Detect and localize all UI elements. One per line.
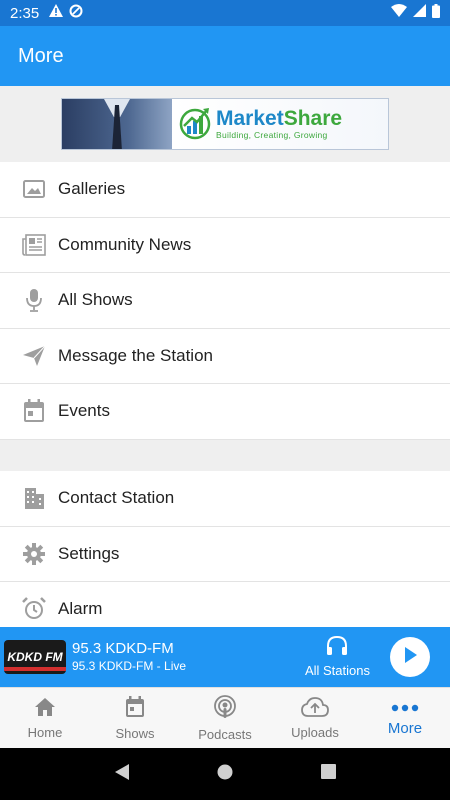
wifi-icon (391, 4, 407, 22)
play-button[interactable] (390, 637, 430, 677)
menu-item-label: Message the Station (58, 345, 213, 365)
status-bar: 2:35 (0, 0, 450, 26)
businessman-photo (62, 99, 172, 149)
tab-label: Shows (115, 725, 155, 741)
marketshare-banner-ad[interactable]: MarketShare Building, Creating, Growing (61, 98, 389, 150)
calendar-icon (22, 399, 46, 423)
image-icon (22, 177, 46, 201)
player-title: 95.3 KDKD-FM (72, 640, 174, 657)
building-icon (22, 486, 46, 510)
station-logo-text: KDKD FM (7, 650, 63, 664)
all-stations-button[interactable]: All Stations (304, 635, 370, 678)
battery-icon (432, 3, 440, 23)
menu-item-settings[interactable]: Settings (0, 527, 450, 582)
all-stations-label: All Stations (304, 663, 370, 678)
menu-item-label: Galleries (58, 179, 126, 199)
headphones-icon (326, 635, 348, 661)
home-icon (34, 697, 56, 722)
banner-brand: MarketShare (216, 107, 343, 130)
banner-tagline: Building, Creating, Growing (216, 130, 328, 140)
alarm-clock-icon (22, 597, 46, 621)
tab-label: Uploads (291, 724, 339, 740)
tab-more[interactable]: More (360, 688, 450, 748)
tab-shows[interactable]: Shows (90, 688, 180, 748)
system-nav-bar (0, 748, 450, 800)
now-playing-bar[interactable]: KDKD FM 95.3 KDKD-FM 95.3 KDKD-FM - Live… (0, 627, 450, 687)
send-icon (22, 344, 46, 368)
menu-item-label: Contact Station (58, 488, 175, 508)
microphone-icon (22, 288, 46, 313)
tab-label: Home (27, 724, 63, 740)
station-logo: KDKD FM (4, 640, 66, 674)
menu-item-label: Community News (58, 234, 192, 254)
menu-item-label: All Shows (58, 290, 133, 310)
bottom-tab-bar: Home Shows Podcasts Uploads More (0, 687, 450, 748)
menu-group-secondary: Contact Station Settings Alarm (0, 471, 450, 638)
play-icon (402, 646, 418, 669)
menu-item-message-station[interactable]: Message the Station (0, 329, 450, 384)
player-info: 95.3 KDKD-FM 95.3 KDKD-FM - Live (72, 640, 186, 674)
menu-item-contact-station[interactable]: Contact Station (0, 471, 450, 527)
recents-square-icon[interactable] (321, 764, 337, 784)
tab-home[interactable]: Home (0, 688, 90, 748)
tab-label: More (387, 720, 423, 737)
cloud-upload-icon (301, 696, 329, 722)
tab-label: Podcasts (198, 726, 252, 742)
newspaper-icon (22, 233, 46, 257)
menu-item-galleries[interactable]: Galleries (0, 162, 450, 218)
menu-group-primary: Galleries Community News All Shows Messa… (0, 162, 450, 440)
tab-podcasts[interactable]: Podcasts (180, 688, 270, 748)
banner-area: MarketShare Building, Creating, Growing (0, 86, 450, 162)
player-subtitle: 95.3 KDKD-FM - Live (72, 659, 187, 673)
tab-uploads[interactable]: Uploads (270, 688, 360, 748)
menu-item-label: Events (58, 401, 110, 421)
gear-icon (22, 542, 46, 566)
calendar-icon (125, 695, 145, 723)
menu-item-label: Alarm (58, 599, 103, 619)
menu-item-community-news[interactable]: Community News (0, 218, 450, 273)
more-dots-icon (391, 699, 419, 717)
menu-item-all-shows[interactable]: All Shows (0, 273, 450, 329)
menu-item-events[interactable]: Events (0, 384, 450, 440)
app-bar: More (0, 26, 450, 86)
home-circle-icon[interactable] (217, 764, 233, 785)
status-time: 2:35 (10, 4, 40, 22)
menu-item-label: Settings (58, 543, 120, 563)
warning-icon (49, 4, 64, 22)
back-icon[interactable] (114, 763, 130, 786)
podcast-icon (213, 694, 237, 724)
data-saver-icon (69, 4, 83, 23)
signal-icon (413, 4, 426, 22)
growth-chart-icon (178, 104, 212, 145)
marketshare-logo: MarketShare Building, Creating, Growing (172, 99, 388, 149)
page-title: More (18, 44, 64, 67)
